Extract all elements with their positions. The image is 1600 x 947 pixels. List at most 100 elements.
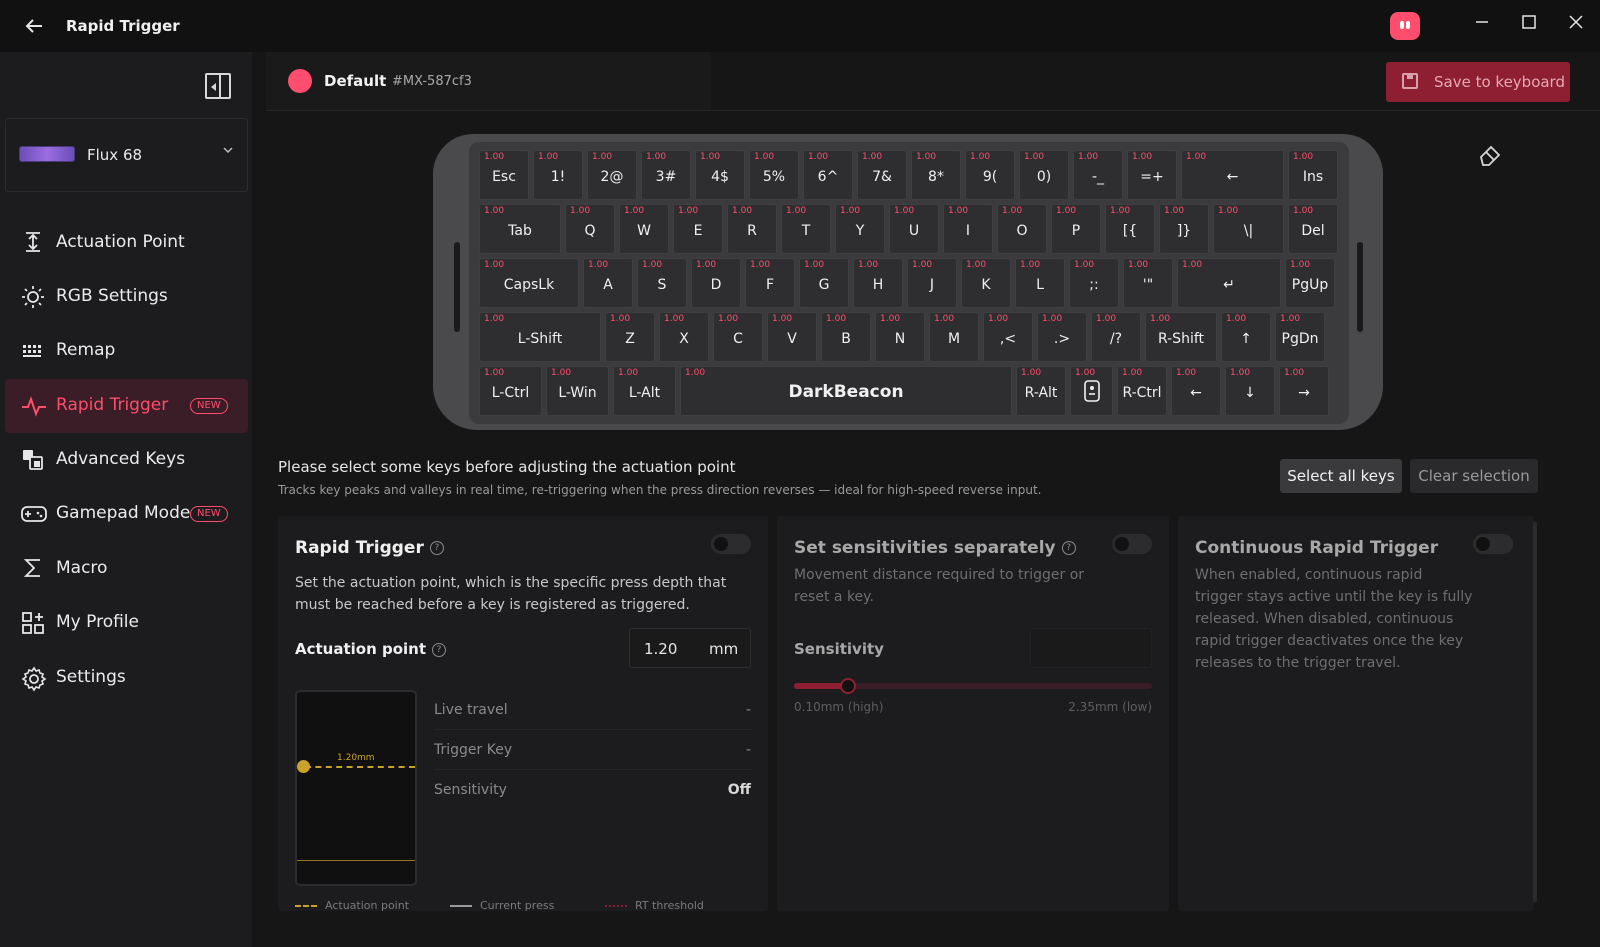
rapid-trigger-toggle[interactable] <box>711 534 751 554</box>
key[interactable]: 1.00 ← <box>1181 150 1284 200</box>
key[interactable]: 1.00 1! <box>533 150 583 200</box>
key[interactable]: 1.00 → <box>1279 366 1329 416</box>
key[interactable]: 1.00 N <box>875 312 925 362</box>
key[interactable]: 1.00 M <box>929 312 979 362</box>
arrow-left-icon[interactable] <box>24 16 46 38</box>
key[interactable]: 1.00 Y <box>835 204 885 254</box>
sidebar-item-rgb-settings[interactable]: RGB Settings <box>5 270 248 324</box>
device-selector[interactable]: Flux 68 <box>5 118 248 192</box>
key[interactable]: 1.00 Q <box>565 204 615 254</box>
key[interactable]: 1.00 <box>1070 366 1113 416</box>
key[interactable]: 1.00 R-Shift <box>1145 312 1217 362</box>
scrollbar[interactable] <box>1533 522 1537 902</box>
key[interactable]: 1.00 2@ <box>587 150 637 200</box>
key[interactable]: 1.00 H <box>853 258 903 308</box>
sidebar-item-actuation-point[interactable]: Actuation Point <box>5 216 248 270</box>
actuation-point-input[interactable]: 1.20 mm <box>629 628 751 668</box>
key[interactable]: 1.00 G <box>799 258 849 308</box>
key[interactable]: 1.00 R-Alt <box>1016 366 1066 416</box>
sidebar-item-settings[interactable]: Settings <box>5 651 248 705</box>
close-icon[interactable] <box>1564 12 1588 36</box>
key[interactable]: 1.00 [{ <box>1105 204 1155 254</box>
key[interactable]: 1.00 V <box>767 312 817 362</box>
key[interactable]: 1.00 6^ <box>803 150 853 200</box>
help-icon[interactable]: ? <box>432 642 447 657</box>
profile-bar[interactable]: Default #MX-587cf3 <box>266 52 711 110</box>
key[interactable]: 1.00 3# <box>641 150 691 200</box>
key[interactable]: 1.00 B <box>821 312 871 362</box>
key[interactable]: 1.00 Ins <box>1288 150 1338 200</box>
key[interactable]: 1.00 .> <box>1037 312 1087 362</box>
mascot-icon[interactable] <box>1390 12 1420 40</box>
key[interactable]: 1.00 ↵ <box>1177 258 1281 308</box>
eraser-icon[interactable] <box>1478 142 1502 166</box>
key[interactable]: 1.00 C <box>713 312 763 362</box>
key[interactable]: 1.00 D <box>691 258 741 308</box>
key[interactable]: 1.00 S <box>637 258 687 308</box>
key[interactable]: 1.00 K <box>961 258 1011 308</box>
sensitivity-slider-knob[interactable] <box>839 678 856 694</box>
key[interactable]: 1.00 '" <box>1123 258 1173 308</box>
minimize-icon[interactable] <box>1470 12 1494 36</box>
key[interactable]: 1.00 Tab <box>479 204 561 254</box>
sidebar-item-remap[interactable]: Remap <box>5 324 248 378</box>
sensitivity-input[interactable] <box>1030 628 1152 668</box>
key[interactable]: 1.00 L-Ctrl <box>479 366 542 416</box>
key[interactable]: 1.00 4$ <box>695 150 745 200</box>
key[interactable]: 1.00;: <box>1069 258 1119 308</box>
key[interactable]: 1.00 W <box>619 204 669 254</box>
key[interactable]: 1.00 9( <box>965 150 1015 200</box>
continuous-rapid-trigger-toggle[interactable] <box>1473 534 1513 554</box>
select-all-keys-button[interactable]: Select all keys <box>1280 459 1402 493</box>
key[interactable]: 1.00 R <box>727 204 777 254</box>
key[interactable]: 1.00 J <box>907 258 957 308</box>
key[interactable]: 1.00 5% <box>749 150 799 200</box>
key[interactable]: 1.00 /? <box>1091 312 1141 362</box>
help-icon[interactable]: ? <box>429 541 444 555</box>
key[interactable]: 1.00 -_ <box>1073 150 1123 200</box>
key[interactable]: 1.00 \| <box>1213 204 1284 254</box>
key[interactable]: 1.00 P <box>1051 204 1101 254</box>
sidebar-item-advanced-keys[interactable]: Advanced Keys <box>5 433 248 487</box>
key[interactable]: 1.00 Esc <box>479 150 529 200</box>
key[interactable]: 1.00 I <box>943 204 993 254</box>
key[interactable]: 1.00 DarkBeacon <box>680 366 1012 416</box>
sidebar-item-my-profile[interactable]: My Profile <box>5 596 248 650</box>
key[interactable]: 1.00 ,< <box>983 312 1033 362</box>
key[interactable]: 1.00 O <box>997 204 1047 254</box>
key[interactable]: 1.00 CapsLk <box>479 258 579 308</box>
key[interactable]: 1.00 8* <box>911 150 961 200</box>
key[interactable]: 1.00 U <box>889 204 939 254</box>
key[interactable]: 1.00 L <box>1015 258 1065 308</box>
sidebar-item-rapid-trigger[interactable]: Rapid Trigger NEW <box>5 379 248 433</box>
key[interactable]: 1.00 Z <box>605 312 655 362</box>
key[interactable]: 1.00 ↓ <box>1225 366 1275 416</box>
sidebar-item-gamepad-mode[interactable]: Gamepad Mode NEW <box>5 487 248 541</box>
help-icon[interactable]: ? <box>1061 541 1076 555</box>
key[interactable]: 1.00 A <box>583 258 633 308</box>
collapse-sidebar-icon[interactable] <box>205 73 231 99</box>
maximize-icon[interactable] <box>1517 12 1541 36</box>
key[interactable]: 1.00 0) <box>1019 150 1069 200</box>
key[interactable]: 1.00 L-Alt <box>613 366 676 416</box>
key[interactable]: 1.00 E <box>673 204 723 254</box>
key[interactable]: 1.00 ↑ <box>1221 312 1271 362</box>
separate-sensitivity-toggle[interactable] <box>1112 534 1152 554</box>
key[interactable]: 1.00 T <box>781 204 831 254</box>
key[interactable]: 1.00 R-Ctrl <box>1117 366 1167 416</box>
key[interactable]: 1.00 X <box>659 312 709 362</box>
save-to-keyboard-button[interactable]: Save to keyboard <box>1386 62 1570 102</box>
key[interactable]: 1.00 ← <box>1171 366 1221 416</box>
actuation-knob[interactable] <box>297 760 310 773</box>
key[interactable]: 1.00 7& <box>857 150 907 200</box>
key[interactable]: 1.00 L-Shift <box>479 312 601 362</box>
key[interactable]: 1.00 Del <box>1288 204 1338 254</box>
key[interactable]: 1.00 PgDn <box>1275 312 1325 362</box>
key[interactable]: 1.00 PgUp <box>1285 258 1335 308</box>
key[interactable]: 1.00 F <box>745 258 795 308</box>
key[interactable]: 1.00 L-Win <box>546 366 609 416</box>
key[interactable]: 1.00]} <box>1159 204 1209 254</box>
clear-selection-button[interactable]: Clear selection <box>1410 459 1538 493</box>
sidebar-item-macro[interactable]: Macro <box>5 542 248 596</box>
key[interactable]: 1.00 =+ <box>1127 150 1177 200</box>
